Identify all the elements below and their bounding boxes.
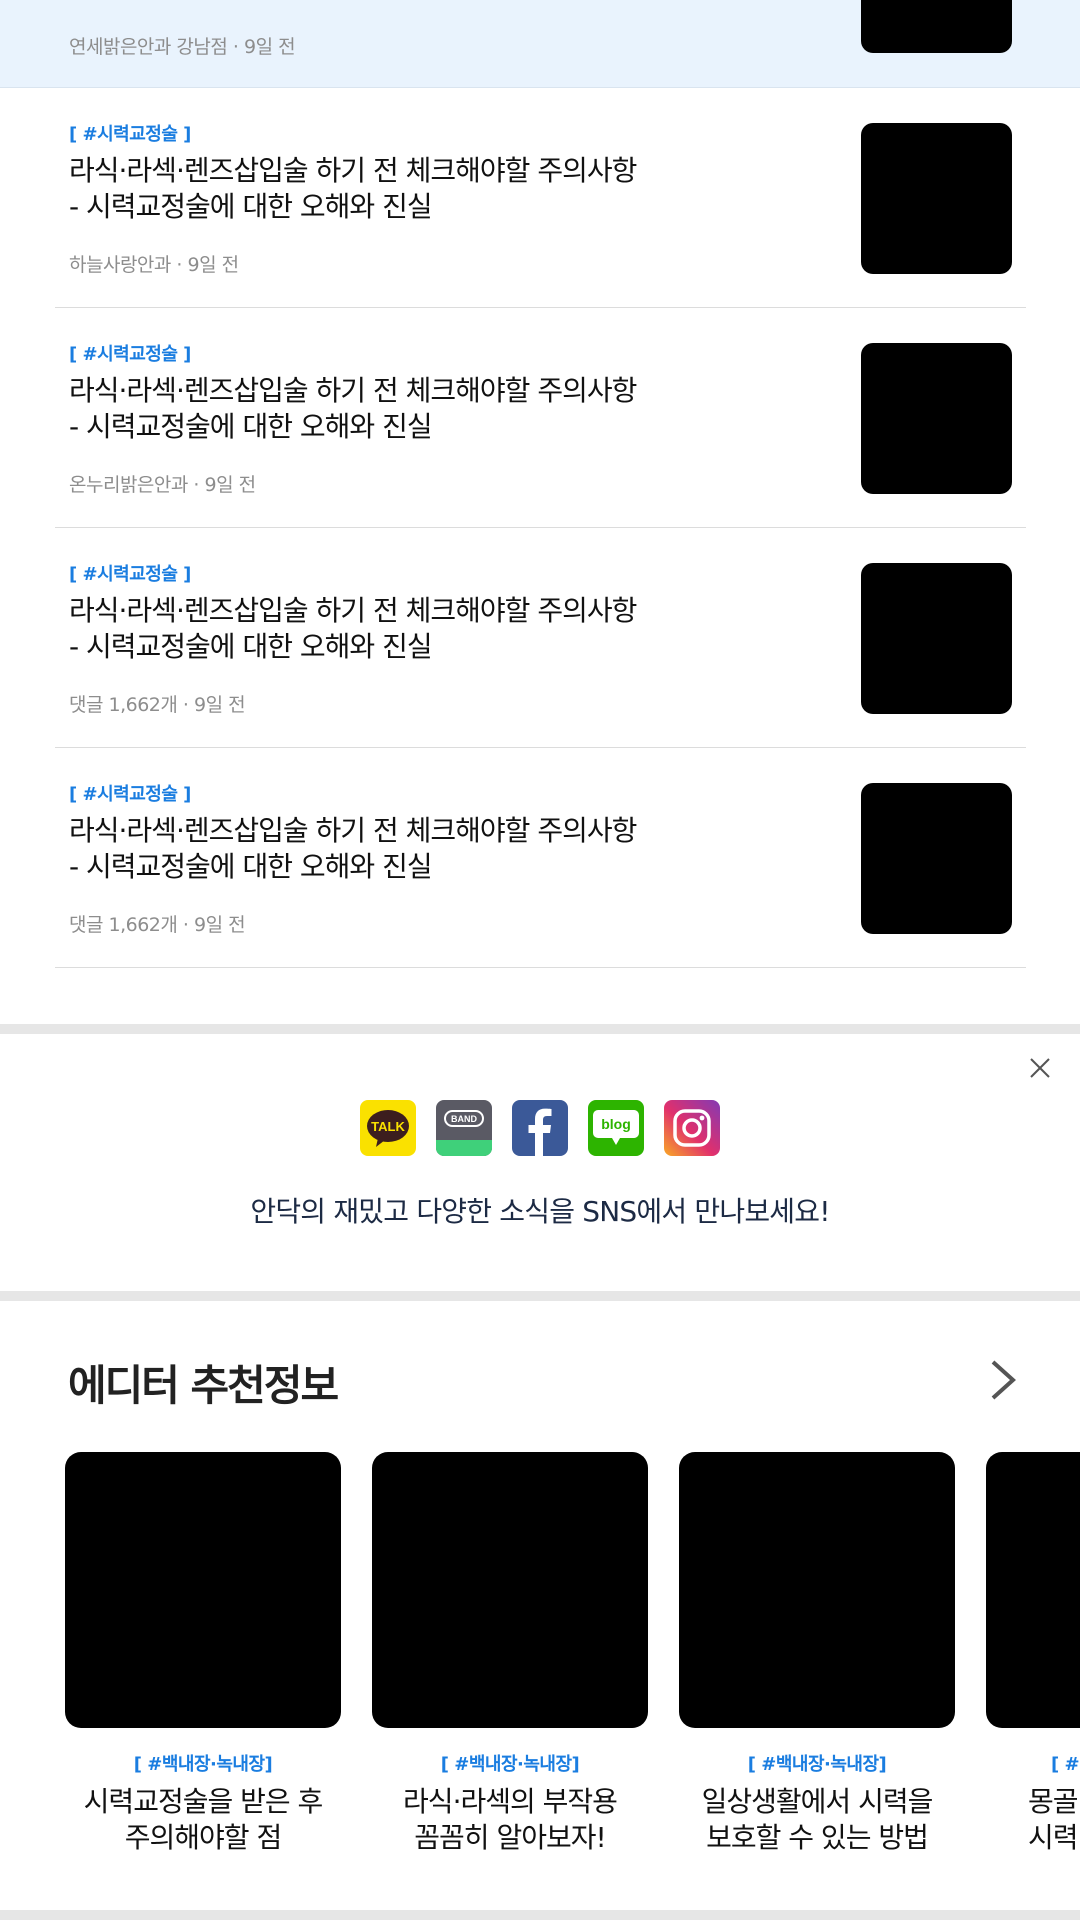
editor-recommendations: 에디터 추천정보 [ #백내장·녹내장] 시력교정술을 받은 후 주의해야할 점… [0, 1300, 1080, 1900]
article-title[interactable]: 라식·라섹·렌즈삽입술 하기 전 체크해야할 주의사항 - 시력교정술에 대한 … [69, 593, 709, 665]
card-image[interactable] [65, 1452, 341, 1728]
article-title[interactable]: 라식·라섹·렌즈삽입술 하기 전 체크해야할 주의사항 - 시력교정술에 대한 … [69, 813, 709, 885]
card-tag: [ #백내장·녹내장] [133, 1754, 273, 1775]
article-tag: [ #시력교정술 ] [69, 344, 191, 365]
recommend-card[interactable]: [ #백내장·녹내장] 일상생활에서 시력을 보호할 수 있는 방법 [679, 1452, 955, 1856]
article-thumbnail [861, 0, 1012, 53]
article-thumbnail[interactable] [861, 343, 1012, 494]
section-divider [0, 1024, 1080, 1034]
article-thumbnail[interactable] [861, 783, 1012, 934]
svg-text:blog: blog [601, 1116, 631, 1132]
article-item[interactable]: [ #시력교정술 ] 라식·라섹·렌즈삽입술 하기 전 체크해야할 주의사항 -… [55, 308, 1026, 528]
card-tag: [ #백 [1051, 1754, 1080, 1775]
card-title[interactable]: 시력교정술을 받은 후 주의해야할 점 [65, 1784, 341, 1856]
article-meta: 댓글 1,662개 · 9일 전 [69, 694, 246, 716]
card-image[interactable] [986, 1452, 1080, 1728]
instagram-icon[interactable] [664, 1100, 720, 1156]
section-divider [0, 1910, 1080, 1920]
article-title[interactable]: 라식·라섹·렌즈삽입술 하기 전 체크해야할 주의사항 - 시력교정술에 대한 … [69, 153, 709, 225]
card-title[interactable]: 라식·라섹의 부작용 꼼꼼히 알아보자! [372, 1784, 648, 1856]
article-meta: 연세밝은안과 강남점 · 9일 전 [69, 36, 296, 58]
card-title[interactable]: 일상생활에서 시력을 보호할 수 있는 방법 [679, 1784, 955, 1856]
kakaotalk-icon[interactable]: TALK [360, 1100, 416, 1156]
facebook-icon[interactable] [512, 1100, 568, 1156]
blog-icon[interactable]: blog [588, 1100, 644, 1156]
article-meta: 하늘사랑안과 · 9일 전 [69, 254, 239, 276]
sns-banner: TALK BAND blog 안닥의 재밌고 다양한 소식을 SNS에서 만나보… [0, 1034, 1080, 1291]
article-title[interactable]: 라식·라섹·렌즈삽입술 하기 전 체크해야할 주의사항 - 시력교정술에 대한 … [69, 373, 709, 445]
band-icon[interactable]: BAND [436, 1100, 492, 1156]
article-item[interactable]: [ #시력교정술 ] 라식·라섹·렌즈삽입술 하기 전 체크해야할 주의사항 -… [55, 528, 1026, 748]
article-thumbnail[interactable] [861, 123, 1012, 274]
article-tag: [ #시력교정술 ] [69, 784, 191, 805]
recommend-card[interactable]: [ #백내장·녹내장] 라식·라섹의 부작용 꼼꼼히 알아보자! [372, 1452, 648, 1856]
svg-text:TALK: TALK [371, 1119, 405, 1134]
card-tag: [ #백내장·녹내장] [440, 1754, 580, 1775]
section-title: 에디터 추천정보 [68, 1361, 339, 1410]
close-icon[interactable] [1026, 1054, 1054, 1082]
article-thumbnail[interactable] [861, 563, 1012, 714]
sns-promo-text: 안닥의 재밌고 다양한 소식을 SNS에서 만나보세요! [250, 1195, 830, 1228]
article-item[interactable]: [ #시력교정술 ] 라식·라섹·렌즈삽입술 하기 전 체크해야할 주의사항 -… [55, 748, 1026, 968]
article-item-highlighted[interactable]: 연세밝은안과 강남점 · 9일 전 [0, 0, 1080, 88]
chevron-right-icon[interactable] [985, 1358, 1019, 1402]
article-meta: 온누리밝은안과 · 9일 전 [69, 474, 256, 496]
article-item[interactable]: [ #시력교정술 ] 라식·라섹·렌즈삽입술 하기 전 체크해야할 주의사항 -… [55, 88, 1026, 308]
recommend-card[interactable]: [ #백내장·녹내장] 시력교정술을 받은 후 주의해야할 점 [65, 1452, 341, 1856]
card-image[interactable] [372, 1452, 648, 1728]
article-meta: 댓글 1,662개 · 9일 전 [69, 914, 246, 936]
article-tag: [ #시력교정술 ] [69, 124, 191, 145]
recommend-card[interactable]: [ #백 몽골 시력 [986, 1452, 1080, 1856]
card-title[interactable]: 몽골 시력 [986, 1784, 1080, 1856]
card-image[interactable] [679, 1452, 955, 1728]
svg-text:BAND: BAND [451, 1114, 477, 1124]
article-tag: [ #시력교정술 ] [69, 564, 191, 585]
sns-icon-row: TALK BAND blog [0, 1100, 1080, 1156]
card-tag: [ #백내장·녹내장] [747, 1754, 887, 1775]
